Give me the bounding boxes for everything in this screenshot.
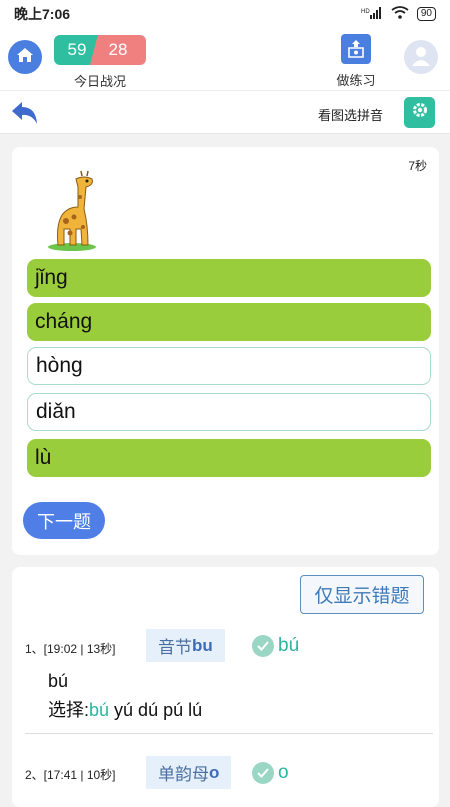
record-tag[interactable]: 音节 bu	[146, 629, 225, 662]
record-tag-value: bu	[192, 635, 213, 655]
question-timer: 7秒	[408, 159, 427, 173]
practice-button[interactable]: 做练习	[330, 34, 382, 88]
record-meta: 2、[17:41 | 10秒]	[25, 768, 116, 782]
option-4[interactable]: diǎn	[27, 393, 431, 431]
record-divider	[25, 733, 433, 734]
check-icon	[252, 635, 274, 657]
record-tag-prefix: 音节	[158, 638, 192, 657]
choice-correct: bú	[89, 700, 110, 720]
status-bar: 晚上7:06 HD 90	[0, 0, 450, 28]
avatar[interactable]	[404, 40, 438, 74]
back-button[interactable]	[10, 99, 40, 127]
record-pinyin: bú	[48, 671, 69, 691]
wrong-only-button[interactable]: 仅显示错题	[300, 575, 424, 614]
record-meta: 1、[19:02 | 13秒]	[25, 642, 116, 656]
option-3[interactable]: hòng	[27, 347, 431, 385]
choice-others: yú dú pú lú	[109, 700, 203, 720]
record-choices: 选择:bú yú dú pú lú	[48, 696, 202, 722]
signal-icon: HD	[361, 6, 383, 22]
battery-icon: 90	[416, 7, 436, 21]
record-answer: o	[278, 762, 289, 783]
settings-button[interactable]	[404, 97, 435, 128]
record-tag[interactable]: 单韵母 o	[146, 756, 232, 789]
avatar-icon	[408, 42, 434, 73]
practice-icon	[341, 34, 371, 64]
choice-label: 选择:	[48, 700, 90, 720]
practice-label: 做练习	[336, 73, 376, 88]
today-score[interactable]: 59 28	[54, 35, 146, 65]
home-button[interactable]	[8, 40, 42, 74]
giraffe-image	[40, 169, 104, 253]
mode-bar: 看图选拼音	[0, 90, 450, 134]
score-wrong: 28	[90, 35, 146, 65]
today-label: 今日战况	[73, 74, 126, 89]
record-tag-value: o	[209, 762, 220, 782]
option-5[interactable]: lù	[27, 439, 431, 477]
option-2[interactable]: cháng	[27, 303, 431, 341]
home-icon	[15, 45, 35, 70]
record-tag-prefix: 单韵母	[158, 765, 209, 784]
history-card: 仅显示错题 1、[19:02 | 13秒] 音节 bu bú bú 选择:bú y…	[12, 567, 439, 807]
next-question-button[interactable]: 下一题	[23, 502, 105, 539]
back-arrow-icon	[10, 102, 40, 131]
hd-label: HD	[361, 9, 370, 15]
quiz-card: 7秒 jǐng cháng hòng diǎn lù 下一题	[12, 147, 439, 555]
mode-title: 看图选拼音	[318, 108, 384, 123]
status-icons: HD 90	[361, 6, 436, 22]
status-time: 晚上7:06	[14, 6, 71, 22]
check-icon	[252, 762, 274, 784]
top-bar: 59 28 今日战况 做练习	[0, 28, 450, 90]
wifi-icon	[391, 6, 409, 22]
gear-icon	[411, 101, 429, 124]
record-answer: bú	[278, 635, 300, 656]
option-1[interactable]: jǐng	[27, 259, 431, 297]
